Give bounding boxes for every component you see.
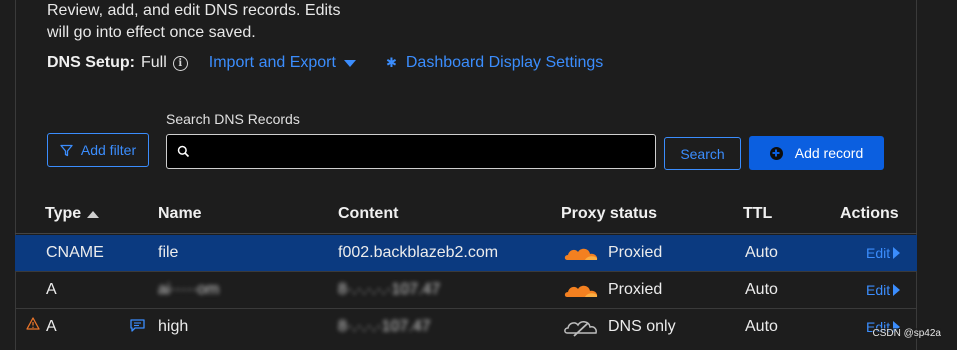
edit-label: Edit [866, 282, 891, 298]
plus-circle-icon [769, 146, 783, 160]
page-description: Review, add, and edit DNS records. Edits… [47, 0, 340, 44]
description-line-1: Review, add, and edit DNS records. Edits [47, 2, 341, 19]
add-filter-button[interactable]: Add filter [47, 133, 149, 167]
sort-up-icon [87, 210, 100, 218]
table-row[interactable]: CNAME file f002.backblazeb2.com Proxied … [15, 235, 917, 271]
edit-link[interactable]: Edit [866, 282, 901, 298]
search-button[interactable]: Search [664, 137, 741, 170]
watermark: CSDN @sp42a [872, 328, 941, 339]
record-name: ai·····om [158, 281, 220, 298]
record-name: file [158, 244, 179, 261]
proxy-status: Proxied [608, 281, 663, 298]
table-row[interactable]: A ai·····om 8·.·.·.·.·107.47 Proxied Aut… [15, 272, 917, 308]
record-content: 8·.·.·.·107.47 [338, 318, 431, 335]
import-export-link[interactable]: Import and Export [209, 54, 356, 72]
record-ttl: Auto [745, 318, 778, 335]
record-ttl: Auto [745, 281, 778, 298]
column-header-actions: Actions [840, 205, 899, 222]
proxy-status: Proxied [608, 244, 663, 261]
gear-icon: ✱ [385, 55, 397, 70]
edit-label: Edit [866, 245, 891, 261]
dns-only-cloud-icon [564, 321, 597, 337]
search-label: Search DNS Records [166, 111, 300, 127]
column-header-type[interactable]: Type [45, 205, 100, 223]
proxied-cloud-icon [564, 248, 598, 260]
dns-setup-row: DNS Setup: Full i Import and Export ✱ Da… [47, 52, 603, 74]
caret-right-icon [893, 284, 901, 296]
record-content: 8·.·.·.·.·107.47 [338, 281, 441, 298]
column-header-content: Content [338, 205, 399, 222]
record-type: A [46, 281, 57, 298]
add-record-button[interactable]: Add record [749, 136, 884, 170]
type-header-label: Type [45, 205, 82, 222]
search-icon [177, 145, 190, 158]
dns-setup-value: Full [141, 54, 167, 71]
dns-setup-label: DNS Setup: [47, 54, 135, 71]
proxied-cloud-icon [564, 285, 598, 297]
table-row[interactable]: A high 8·.·.·.·107.47 DNS only Auto Edit [15, 309, 917, 345]
record-name: high [158, 318, 189, 335]
description-line-2: will go into effect once saved. [47, 24, 256, 41]
search-box[interactable] [166, 134, 656, 169]
search-input[interactable] [196, 143, 655, 160]
column-header-ttl: TTL [743, 205, 773, 222]
caret-right-icon [893, 247, 901, 259]
add-record-label: Add record [794, 145, 864, 161]
record-type: CNAME [46, 244, 104, 261]
edit-link[interactable]: Edit [866, 245, 901, 261]
dashboard-settings-label: Dashboard Display Settings [405, 54, 604, 71]
column-header-proxy-status: Proxy status [561, 205, 658, 222]
info-icon[interactable]: i [172, 55, 188, 71]
add-filter-label: Add filter [80, 142, 137, 158]
import-export-label: Import and Export [208, 54, 336, 71]
record-ttl: Auto [745, 244, 778, 261]
header-divider [15, 233, 917, 234]
column-header-name: Name [158, 205, 202, 222]
filter-icon [60, 144, 73, 156]
dashboard-settings-link[interactable]: ✱ Dashboard Display Settings [386, 54, 603, 72]
chevron-down-icon [343, 59, 356, 67]
proxy-status: DNS only [608, 318, 676, 335]
record-content: f002.backblazeb2.com [338, 244, 499, 261]
record-type: A [46, 318, 57, 335]
